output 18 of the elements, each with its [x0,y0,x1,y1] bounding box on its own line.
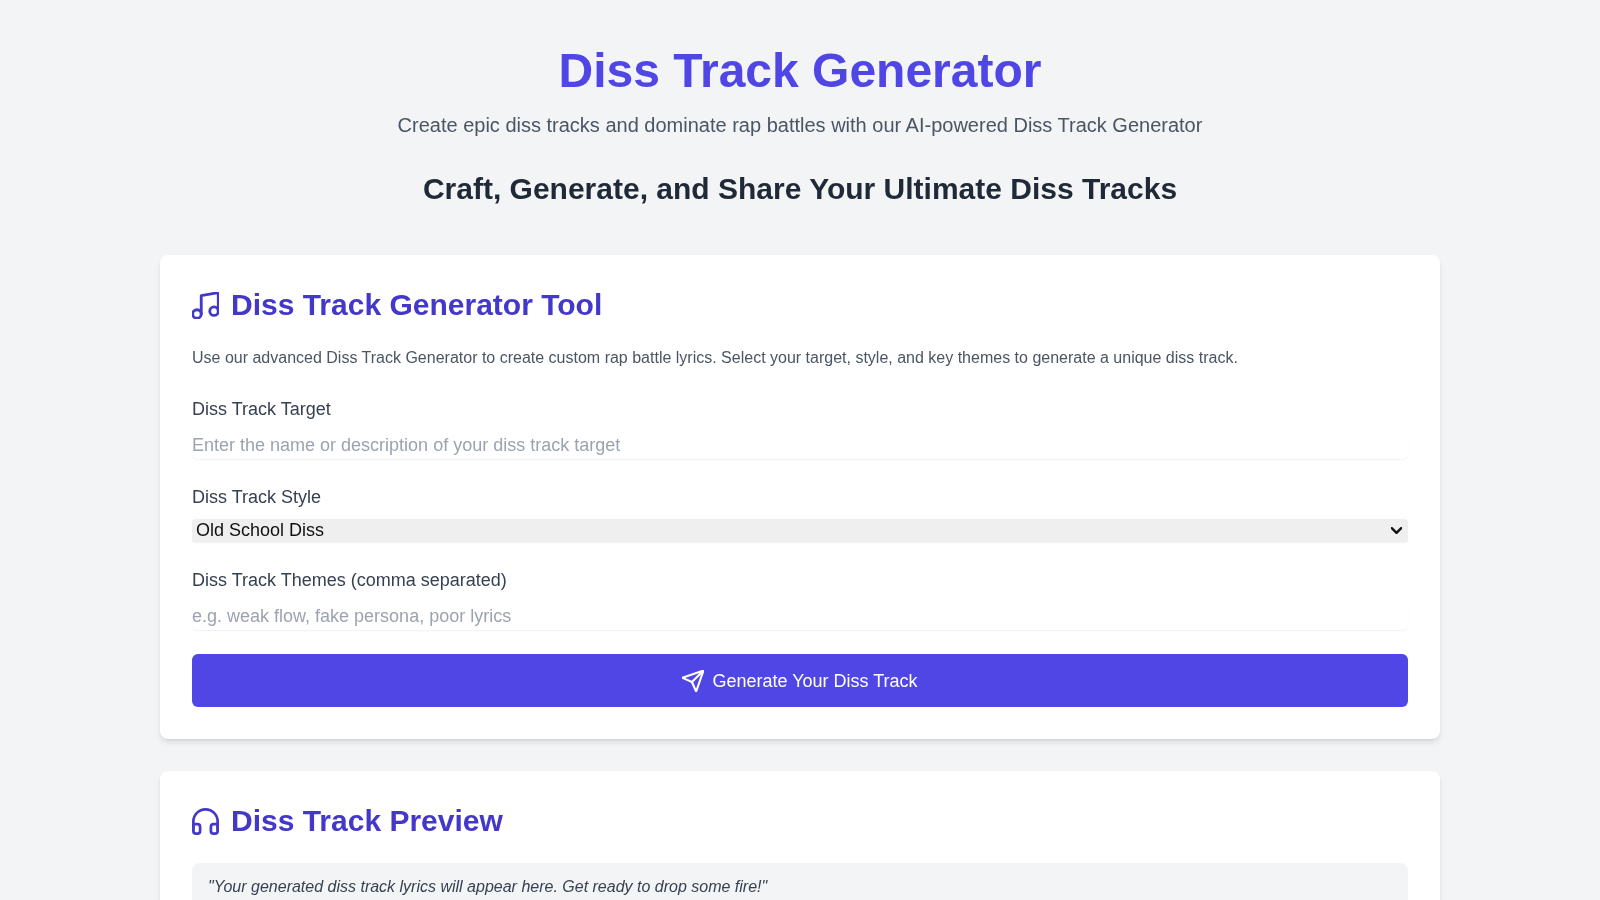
card-title: Diss Track Generator Tool [231,287,603,323]
field-label: Diss Track Target [192,398,332,421]
generate-button[interactable]: Generate Your Diss Track [192,654,1408,707]
chevron-down-icon [1391,527,1402,534]
preview-placeholder-text: "Your generated diss track lyrics will appear here. Get ready to drop some fire!" [208,877,769,897]
style-dropdown[interactable]: Old School Diss [192,519,1408,542]
tagline-heading: Craft, Generate, and Share Your Ultimate Diss Tracks [421,171,1179,207]
headphones-icon [192,807,219,835]
field-label: Diss Track Themes (comma separated) [192,569,508,592]
card-title: Diss Track Preview [231,803,503,839]
text-input-field[interactable]: e.g. weak flow, fake persona, poor lyrics [192,602,1408,630]
send-icon [682,669,705,692]
tool-description: Use our advanced Diss Track Generator to create custom rap battle lyrics. Select your target, style, and key themes to generate a unique diss track. [192,348,1239,368]
music-note-icon [192,291,219,319]
text-input-field[interactable]: Enter the name or description of your diss track target [192,431,1408,459]
field-label: Diss Track Style [192,486,323,509]
page-title: Diss Track Generator [557,47,1043,95]
page-subtitle: Create epic diss tracks and dominate rap battles with our AI-powered Diss Track Generator [396,113,1204,138]
